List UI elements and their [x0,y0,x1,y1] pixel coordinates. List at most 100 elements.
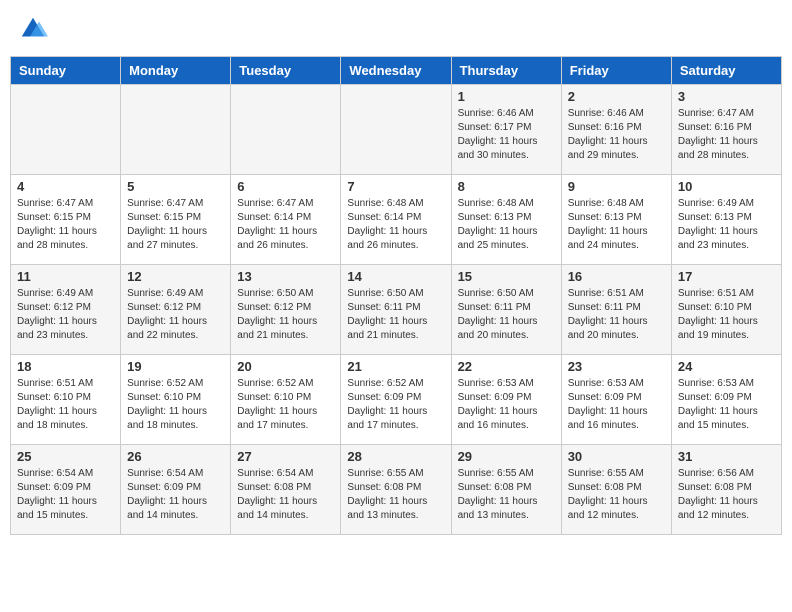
day-number: 14 [347,269,444,284]
page-header [10,10,782,48]
calendar-cell: 24Sunrise: 6:53 AM Sunset: 6:09 PM Dayli… [671,355,781,445]
calendar-cell: 18 Sunrise: 6:51 AM Sunset: 6:10 PM Dayli… [11,355,121,445]
day-info: Sunrise: 6:51 AM Sunset: 6:11 PM Dayligh… [568,287,665,343]
day-number: 2 [568,89,665,104]
calendar-cell: 8 Sunrise: 6:48 AM Sunset: 6:13 PM Daylig… [451,175,561,265]
day-number: 18 [17,359,114,374]
day-number: 4 [17,179,114,194]
day-number: 19 [127,359,224,374]
calendar-cell [121,85,231,175]
calendar-body: 1 Sunrise: 6:46 AM Sunset: 6:17 PM Daylig… [11,85,782,535]
day-of-week-header: Wednesday [341,57,451,85]
day-number: 31 [678,449,775,464]
day-info: Sunrise: 6:46 AM Sunset: 6:17 PM Dayligh… [458,107,555,163]
day-info: Sunrise: 6:54 AM Sunset: 6:09 PM Dayligh… [127,467,224,523]
day-number: 1 [458,89,555,104]
day-info: Sunrise: 6:53 AM Sunset: 6:09 PM Dayligh… [458,377,555,433]
calendar-week-row: 18 Sunrise: 6:51 AM Sunset: 6:10 PM Dayli… [11,355,782,445]
day-info: Sunrise: 6:54 AM Sunset: 6:08 PM Dayligh… [237,467,334,523]
day-number: 12 [127,269,224,284]
day-number: 9 [568,179,665,194]
day-number: 16 [568,269,665,284]
day-of-week-header: Tuesday [231,57,341,85]
calendar-cell: 3 Sunrise: 6:47 AM Sunset: 6:16 PM Daylig… [671,85,781,175]
calendar-cell [11,85,121,175]
day-info: Sunrise: 6:47 AM Sunset: 6:16 PM Dayligh… [678,107,775,163]
day-info: Sunrise: 6:49 AM Sunset: 6:12 PM Dayligh… [127,287,224,343]
day-info: Sunrise: 6:50 AM Sunset: 6:11 PM Dayligh… [458,287,555,343]
calendar-cell: 14 Sunrise: 6:50 AM Sunset: 6:11 PM Dayli… [341,265,451,355]
day-number: 13 [237,269,334,284]
day-info: Sunrise: 6:49 AM Sunset: 6:12 PM Dayligh… [17,287,114,343]
logo [18,14,52,44]
day-number: 17 [678,269,775,284]
day-of-week-header: Thursday [451,57,561,85]
calendar-cell: 21Sunrise: 6:52 AM Sunset: 6:09 PM Dayli… [341,355,451,445]
calendar-cell: 4Sunrise: 6:47 AM Sunset: 6:15 PM Daylig… [11,175,121,265]
day-info: Sunrise: 6:52 AM Sunset: 6:10 PM Dayligh… [237,377,334,433]
day-info: Sunrise: 6:49 AM Sunset: 6:13 PM Dayligh… [678,197,775,253]
calendar-cell: 26 Sunrise: 6:54 AM Sunset: 6:09 PM Dayli… [121,445,231,535]
day-number: 25 [17,449,114,464]
calendar-week-row: 1 Sunrise: 6:46 AM Sunset: 6:17 PM Daylig… [11,85,782,175]
calendar-cell: 25Sunrise: 6:54 AM Sunset: 6:09 PM Dayli… [11,445,121,535]
day-info: Sunrise: 6:53 AM Sunset: 6:09 PM Dayligh… [568,377,665,433]
calendar-cell: 15 Sunrise: 6:50 AM Sunset: 6:11 PM Dayli… [451,265,561,355]
day-info: Sunrise: 6:55 AM Sunset: 6:08 PM Dayligh… [458,467,555,523]
day-info: Sunrise: 6:55 AM Sunset: 6:08 PM Dayligh… [347,467,444,523]
calendar-cell: 27 Sunrise: 6:54 AM Sunset: 6:08 PM Dayli… [231,445,341,535]
day-number: 29 [458,449,555,464]
calendar-cell [341,85,451,175]
day-of-week-header: Friday [561,57,671,85]
day-number: 6 [237,179,334,194]
day-info: Sunrise: 6:48 AM Sunset: 6:14 PM Dayligh… [347,197,444,253]
day-number: 11 [17,269,114,284]
day-number: 10 [678,179,775,194]
day-of-week-header: Monday [121,57,231,85]
day-number: 15 [458,269,555,284]
day-of-week-header: Saturday [671,57,781,85]
calendar-cell: 30Sunrise: 6:55 AM Sunset: 6:08 PM Dayli… [561,445,671,535]
calendar-cell [231,85,341,175]
calendar-week-row: 11 Sunrise: 6:49 AM Sunset: 6:12 PM Dayli… [11,265,782,355]
day-number: 22 [458,359,555,374]
calendar-cell: 5 Sunrise: 6:47 AM Sunset: 6:15 PM Daylig… [121,175,231,265]
calendar-cell: 12 Sunrise: 6:49 AM Sunset: 6:12 PM Dayli… [121,265,231,355]
calendar-cell: 6Sunrise: 6:47 AM Sunset: 6:14 PM Daylig… [231,175,341,265]
day-number: 26 [127,449,224,464]
day-info: Sunrise: 6:56 AM Sunset: 6:08 PM Dayligh… [678,467,775,523]
calendar-cell: 11 Sunrise: 6:49 AM Sunset: 6:12 PM Dayli… [11,265,121,355]
day-info: Sunrise: 6:48 AM Sunset: 6:13 PM Dayligh… [458,197,555,253]
day-info: Sunrise: 6:55 AM Sunset: 6:08 PM Dayligh… [568,467,665,523]
day-number: 5 [127,179,224,194]
day-number: 8 [458,179,555,194]
calendar-table: SundayMondayTuesdayWednesdayThursdayFrid… [10,56,782,535]
calendar-cell: 23 Sunrise: 6:53 AM Sunset: 6:09 PM Dayli… [561,355,671,445]
calendar-cell: 16 Sunrise: 6:51 AM Sunset: 6:11 PM Dayli… [561,265,671,355]
logo-icon [18,14,48,44]
day-number: 3 [678,89,775,104]
day-number: 23 [568,359,665,374]
day-info: Sunrise: 6:51 AM Sunset: 6:10 PM Dayligh… [17,377,114,433]
calendar-week-row: 25 Sunrise: 6:54 AM Sunset: 6:09 PM Dayli… [11,445,782,535]
day-info: Sunrise: 6:46 AM Sunset: 6:16 PM Dayligh… [568,107,665,163]
day-info: Sunrise: 6:47 AM Sunset: 6:15 PM Dayligh… [127,197,224,253]
calendar-cell: 29 Sunrise: 6:55 AM Sunset: 6:08 PM Dayli… [451,445,561,535]
day-info: Sunrise: 6:50 AM Sunset: 6:12 PM Dayligh… [237,287,334,343]
day-info: Sunrise: 6:52 AM Sunset: 6:10 PM Dayligh… [127,377,224,433]
day-info: Sunrise: 6:50 AM Sunset: 6:11 PM Dayligh… [347,287,444,343]
calendar-cell: 17 Sunrise: 6:51 AM Sunset: 6:10 PM Dayli… [671,265,781,355]
calendar-cell: 28 Sunrise: 6:55 AM Sunset: 6:08 PM Dayli… [341,445,451,535]
day-info: Sunrise: 6:51 AM Sunset: 6:10 PM Dayligh… [678,287,775,343]
day-number: 20 [237,359,334,374]
calendar-cell: 22 Sunrise: 6:53 AM Sunset: 6:09 PM Dayli… [451,355,561,445]
day-of-week-header: Sunday [11,57,121,85]
calendar-cell: 7 Sunrise: 6:48 AM Sunset: 6:14 PM Daylig… [341,175,451,265]
day-number: 7 [347,179,444,194]
calendar-cell: 13 Sunrise: 6:50 AM Sunset: 6:12 PM Dayli… [231,265,341,355]
calendar-cell: 20 Sunrise: 6:52 AM Sunset: 6:10 PM Dayli… [231,355,341,445]
day-number: 27 [237,449,334,464]
calendar-cell: 31 Sunrise: 6:56 AM Sunset: 6:08 PM Dayli… [671,445,781,535]
day-number: 28 [347,449,444,464]
day-number: 24 [678,359,775,374]
